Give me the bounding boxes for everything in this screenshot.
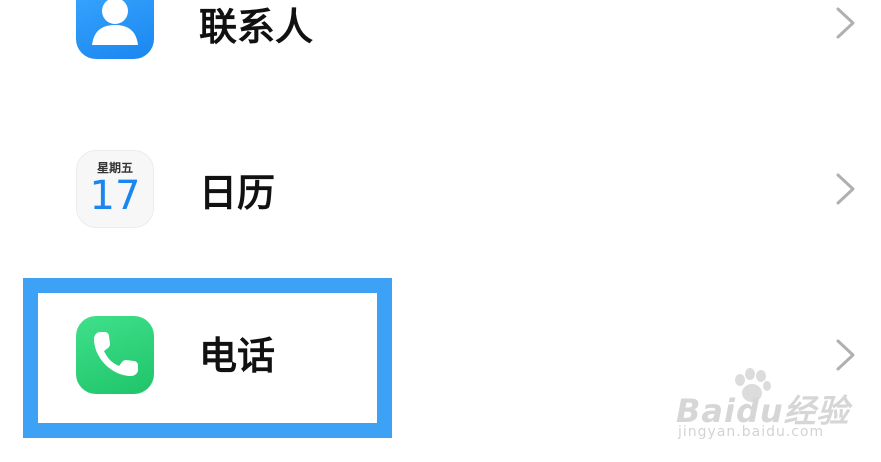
calendar-icon: 星期五 17: [76, 150, 154, 228]
list-item-contacts[interactable]: 联系人: [0, 0, 881, 90]
chevron-right-icon: [836, 7, 855, 39]
app-settings-list: 联系人 星期五 17 日历 电话 Baidu经验 jingyan.baidu.c…: [0, 0, 881, 462]
watermark-url: jingyan.baidu.com: [678, 424, 825, 440]
list-item-label: 联系人: [199, 5, 314, 49]
phone-icon: [76, 316, 154, 394]
contacts-icon: [76, 0, 154, 59]
list-item-label: 电话: [199, 334, 276, 378]
list-item-label: 日历: [199, 171, 276, 215]
calendar-day: 17: [89, 173, 141, 219]
list-item-calendar[interactable]: 星期五 17 日历: [0, 120, 881, 260]
baidu-watermark: Baidu经验 jingyan.baidu.com: [672, 368, 872, 448]
chevron-right-icon: [836, 339, 855, 371]
chevron-right-icon: [836, 173, 855, 205]
